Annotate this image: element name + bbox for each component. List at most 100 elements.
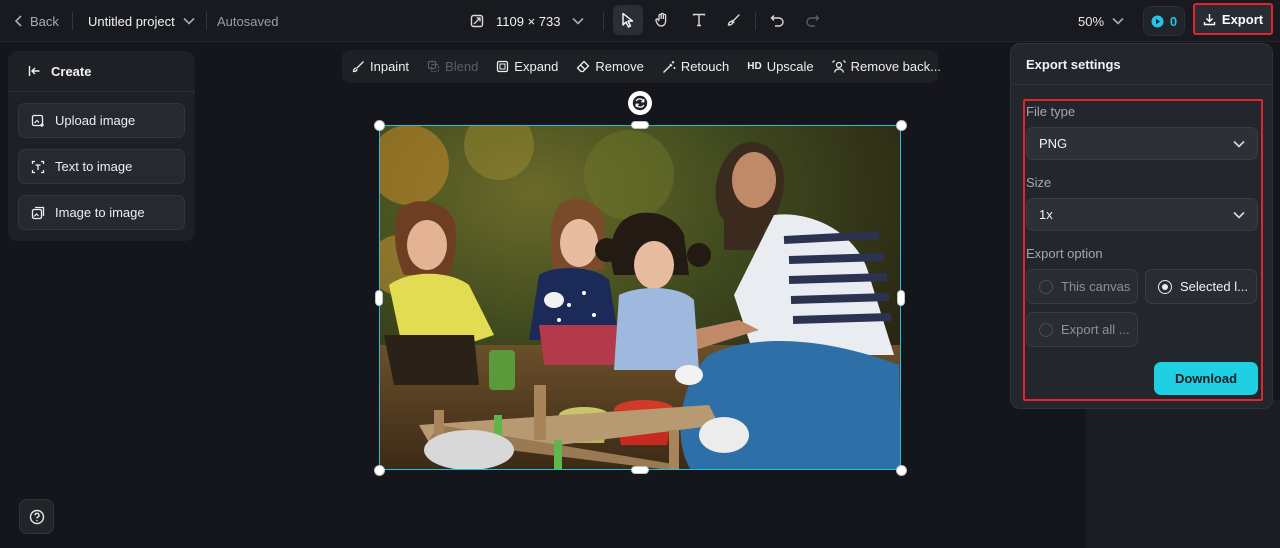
upload-image-icon	[31, 114, 45, 128]
inpaint-button[interactable]: Inpaint	[352, 59, 409, 74]
image-to-image-button[interactable]: Image to image	[18, 195, 185, 230]
retouch-button[interactable]: Retouch	[662, 59, 729, 74]
eraser-icon	[576, 60, 590, 73]
divider	[755, 12, 756, 30]
export-settings-panel: Export settings File type PNG Size 1x Ex…	[1010, 43, 1273, 409]
project-name: Untitled project	[88, 13, 175, 29]
option-export-all-label: Export all ...	[1061, 322, 1130, 337]
size-select[interactable]: 1x	[1026, 198, 1258, 231]
hd-icon: HD	[747, 61, 762, 72]
size-label: Size	[1026, 175, 1052, 190]
radio-unselected	[1039, 279, 1053, 294]
redo-button[interactable]	[797, 5, 827, 35]
blend-icon	[427, 60, 440, 73]
upload-image-label: Upload image	[55, 113, 136, 128]
divider	[603, 12, 604, 30]
text-icon	[692, 13, 706, 27]
radio-selected	[1158, 279, 1172, 294]
resize-handle-bottom-right[interactable]	[896, 465, 907, 476]
radio-unselected	[1039, 322, 1053, 337]
chevron-down-icon	[1233, 211, 1245, 219]
redo-icon	[805, 14, 820, 27]
resize-handle-top[interactable]	[631, 121, 649, 129]
back-label: Back	[30, 13, 59, 29]
expand-button[interactable]: Expand	[496, 59, 558, 74]
export-label: Export	[1221, 11, 1264, 27]
hand-tool-button[interactable]	[647, 5, 677, 35]
option-export-all[interactable]: Export all ...	[1026, 312, 1138, 347]
chevron-down-icon	[572, 17, 585, 25]
download-button[interactable]: Download	[1154, 362, 1258, 395]
chevron-down-icon	[1233, 140, 1245, 148]
inpaint-icon	[352, 60, 365, 73]
rotate-icon	[632, 95, 648, 111]
zoom-value: 50%	[1078, 13, 1105, 29]
download-icon	[1203, 13, 1216, 26]
chevron-down-icon	[1112, 17, 1124, 25]
file-type-value: PNG	[1039, 136, 1068, 151]
credits-icon	[1151, 15, 1164, 28]
remove-label: Remove	[595, 59, 644, 74]
rotate-handle[interactable]	[628, 91, 652, 115]
canvas-size-value: 1109 × 733	[496, 13, 561, 29]
export-settings-title: Export settings	[1011, 44, 1272, 85]
resize-handle-left[interactable]	[375, 290, 383, 306]
question-mark-icon	[29, 509, 45, 525]
resize-handle-top-right[interactable]	[896, 120, 907, 131]
blend-button[interactable]: Blend	[427, 59, 478, 74]
collapse-left-icon	[28, 65, 41, 77]
help-button[interactable]	[19, 499, 54, 534]
select-tool-button[interactable]	[613, 5, 643, 35]
remove-background-button[interactable]: Remove back...	[832, 59, 941, 74]
remove-button[interactable]: Remove	[576, 59, 644, 74]
upload-image-button[interactable]: Upload image	[18, 103, 185, 138]
undo-button[interactable]	[762, 5, 792, 35]
export-option-label: Export option	[1026, 246, 1103, 261]
brush-icon	[726, 13, 741, 28]
upscale-button[interactable]: HD Upscale	[747, 59, 813, 74]
text-to-image-icon	[31, 160, 45, 174]
divider	[206, 12, 207, 30]
brush-tool-button[interactable]	[718, 5, 748, 35]
remove-background-label: Remove back...	[850, 59, 941, 74]
option-selected-layers[interactable]: Selected l...	[1145, 269, 1257, 304]
upscale-label: Upscale	[766, 59, 814, 74]
image-to-image-label: Image to image	[55, 205, 145, 220]
text-to-image-label: Text to image	[55, 159, 133, 174]
inpaint-label: Inpaint	[370, 59, 410, 74]
family-gardening-photo	[379, 125, 901, 470]
zoom-dropdown[interactable]: 50%	[1078, 0, 1124, 42]
project-name-dropdown[interactable]: Untitled project	[88, 0, 195, 42]
blend-label: Blend	[445, 59, 479, 74]
chevron-left-icon	[14, 15, 24, 27]
resize-handle-bottom[interactable]	[631, 466, 649, 474]
file-type-label: File type	[1026, 104, 1076, 119]
create-panel-title: Create	[51, 63, 92, 79]
resize-handle-top-left[interactable]	[374, 120, 385, 131]
export-button[interactable]: Export	[1193, 3, 1273, 35]
retouch-label: Retouch	[680, 59, 730, 74]
right-side-panel	[1086, 400, 1280, 548]
file-type-select[interactable]: PNG	[1026, 127, 1258, 160]
chevron-down-icon	[183, 17, 195, 25]
resize-handle-bottom-left[interactable]	[374, 465, 385, 476]
canvas-size-dropdown[interactable]: 1109 × 733	[470, 0, 585, 42]
divider	[72, 12, 73, 30]
resize-handle-right[interactable]	[897, 290, 905, 306]
option-this-canvas[interactable]: This canvas	[1026, 269, 1138, 304]
canvas-photo[interactable]	[379, 125, 901, 470]
remove-background-icon	[832, 60, 846, 74]
create-panel-header[interactable]: Create	[8, 51, 195, 92]
resize-icon	[470, 14, 484, 28]
magic-wand-icon	[662, 60, 676, 74]
credits-button[interactable]: 0	[1143, 6, 1185, 36]
credits-count: 0	[1169, 13, 1178, 29]
image-to-image-icon	[31, 206, 45, 220]
option-selected-layers-label: Selected l...	[1180, 279, 1248, 294]
undo-icon	[770, 14, 785, 27]
text-to-image-button[interactable]: Text to image	[18, 149, 185, 184]
size-value: 1x	[1039, 207, 1053, 222]
back-button[interactable]: Back	[14, 0, 59, 42]
expand-label: Expand	[514, 59, 559, 74]
text-tool-button[interactable]	[684, 5, 714, 35]
